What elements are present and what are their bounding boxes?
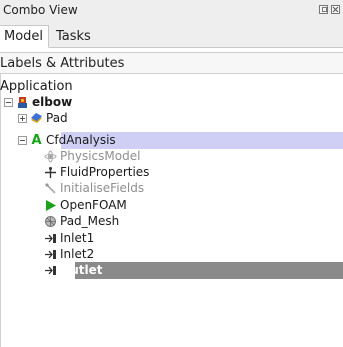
analysis-icon: A — [31, 133, 42, 148]
tree-item-physicsmodel[interactable]: PhysicsModel — [0, 148, 343, 165]
fluid-icon — [44, 166, 57, 179]
section-header-label: Labels & Attributes — [0, 56, 125, 71]
tree-root-label: Application — [0, 79, 73, 94]
tree-item-label: PhysicsModel — [60, 149, 141, 163]
solver-play-icon — [44, 199, 57, 212]
tree-item-cfdanalysis[interactable]: A CfdAnalysis — [0, 132, 343, 149]
tree-item-label: Pad_Mesh — [60, 214, 120, 228]
mesh-icon — [44, 215, 57, 228]
tree-item-label: Pad — [46, 111, 68, 125]
physics-icon — [44, 150, 57, 163]
initialise-icon — [44, 182, 57, 195]
tab-tasks[interactable]: Tasks — [52, 28, 95, 50]
combo-view-titlebar: Combo View — [0, 0, 343, 22]
labels-attributes-header[interactable]: Labels & Attributes — [0, 52, 343, 74]
tab-bar: Model Tasks — [0, 22, 343, 48]
expand-icon[interactable] — [18, 114, 27, 123]
window-title: Combo View — [3, 3, 78, 17]
collapse-icon[interactable] — [4, 98, 13, 107]
collapse-icon[interactable] — [18, 136, 27, 145]
tree-item-label: Inlet2 — [60, 247, 95, 261]
boundary-icon — [44, 248, 57, 261]
tree-item-inlet2[interactable]: Inlet2 — [0, 246, 343, 263]
tree-item-label: FluidProperties — [60, 165, 150, 179]
tree-item-label: CfdAnalysis — [46, 133, 116, 147]
tree-item-inlet1[interactable]: Inlet1 — [0, 230, 343, 247]
document-icon — [16, 96, 29, 109]
tree-item-label: elbow — [32, 95, 73, 109]
tree-item-label: OpenFOAM — [60, 198, 127, 212]
pad-icon — [30, 112, 43, 125]
close-icon[interactable] — [331, 5, 340, 14]
tab-model[interactable]: Model — [0, 25, 50, 48]
tree-item-elbow[interactable]: elbow — [0, 94, 343, 111]
boundary-icon — [44, 232, 57, 245]
tree-item-label: InitialiseFields — [60, 181, 145, 195]
boundary-icon — [44, 264, 57, 277]
tree-item-initialisefields[interactable]: InitialiseFields — [0, 180, 343, 197]
tree-item-pad[interactable]: Pad — [0, 110, 343, 127]
tree-item-outlet[interactable]: Outlet — [0, 262, 343, 279]
tree-item-openfoam[interactable]: OpenFOAM — [0, 197, 343, 214]
tree-item-pad-mesh[interactable]: Pad_Mesh — [0, 213, 343, 230]
tree-item-label: Outlet — [60, 263, 103, 277]
float-icon[interactable] — [319, 5, 328, 14]
tree-item-fluidproperties[interactable]: FluidProperties — [0, 164, 343, 181]
tree-item-label: Inlet1 — [60, 231, 95, 245]
